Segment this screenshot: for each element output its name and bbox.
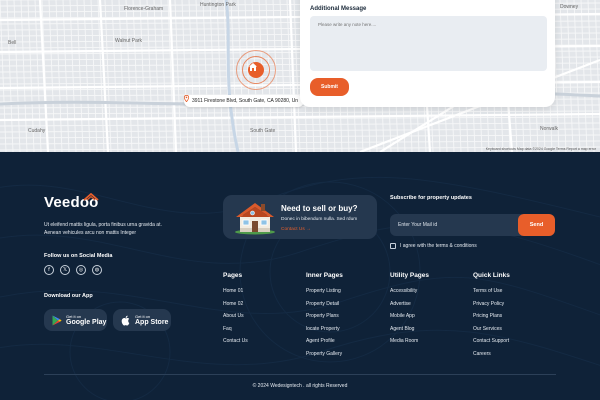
map-label: Downey	[560, 4, 579, 10]
footer-link[interactable]: Accessibility	[390, 288, 418, 301]
map-label: Bell	[8, 40, 17, 46]
app-store-button[interactable]: Get it on App Store	[113, 309, 171, 331]
footer-link[interactable]: Faq	[223, 326, 248, 339]
terms-label: I agree with the terms & conditions	[400, 243, 477, 249]
apple-icon	[121, 315, 130, 325]
column-title-utility-pages: Utility Pages	[390, 272, 430, 279]
contact-form-card: Additional Message Submit	[300, 0, 555, 107]
footer: Veedoo Ut eleifend mattis ligula, porta …	[0, 152, 600, 400]
column-title-quick-links: Quick Links	[473, 272, 510, 279]
address-text: 3911 Firestone Blvd, South Gate, CA 9028…	[192, 98, 299, 104]
google-play-label: Google Play	[66, 318, 107, 326]
footer-link[interactable]: Careers	[473, 351, 509, 364]
footer-link[interactable]: Agent Profile	[306, 338, 342, 351]
facebook-icon[interactable]: f	[44, 265, 54, 275]
footer-link[interactable]: Mobile App	[390, 313, 418, 326]
utility-pages-links: Accessibility Advertise Mobile App Agent…	[390, 288, 418, 351]
home-icon	[248, 62, 264, 78]
pages-links: Home 01 Home 02 About Us Faq Contact Us	[223, 288, 248, 351]
sell-title: Need to sell or buy?	[281, 204, 358, 213]
house-illustration	[235, 203, 275, 235]
email-input[interactable]	[390, 214, 522, 236]
submit-button[interactable]: Submit	[310, 78, 349, 96]
terms-agreement: I agree with the terms & conditions	[390, 243, 477, 249]
footer-background-pattern	[0, 176, 600, 400]
map-label: Huntington Park	[200, 2, 236, 8]
map-label: Walnut Park	[115, 38, 143, 44]
footer-link[interactable]: Property Listing	[306, 288, 342, 301]
sell-description: Donec in bibendum nulla. Sed rdum	[281, 217, 358, 222]
footer-link[interactable]: Contact Support	[473, 338, 509, 351]
footer-link[interactable]: About Us	[223, 313, 248, 326]
map-label: Florence-Graham	[124, 6, 164, 12]
map[interactable]: Florence-Graham Huntington Park Bell Cud…	[0, 0, 600, 152]
dribbble-icon[interactable]: ◍	[92, 265, 102, 275]
column-title-pages: Pages	[223, 272, 243, 279]
footer-divider	[44, 374, 556, 375]
inner-pages-links: Property Listing Property Detail Propert…	[306, 288, 342, 364]
map-label: South Gate	[250, 128, 276, 134]
footer-link[interactable]: Media Room	[390, 338, 418, 351]
map-label: Cudahy	[28, 128, 46, 134]
google-play-icon	[52, 315, 62, 325]
footer-link[interactable]: Home 02	[223, 301, 248, 314]
footer-description: Ut eleifend mattis ligula, porta finibus…	[44, 222, 162, 236]
sell-buy-card: Need to sell or buy? Donec in bibendum n…	[223, 195, 377, 239]
footer-link[interactable]: Our Services	[473, 326, 509, 339]
footer-link[interactable]: Property Detail	[306, 301, 342, 314]
x-icon[interactable]: 𝕏	[60, 265, 70, 275]
app-store-label: App Store	[135, 318, 169, 326]
send-button[interactable]: Send	[518, 214, 555, 236]
footer-link[interactable]: Home 01	[223, 288, 248, 301]
additional-message-input[interactable]	[310, 16, 547, 71]
map-label: Norwalk	[540, 126, 559, 132]
social-links: f 𝕏 ◎ ◍	[44, 265, 102, 275]
footer-link[interactable]: Advertise	[390, 301, 418, 314]
download-title: Download our App	[44, 293, 93, 299]
instagram-icon[interactable]: ◎	[76, 265, 86, 275]
column-title-inner-pages: Inner Pages	[306, 272, 343, 279]
additional-message-label: Additional Message	[310, 6, 367, 12]
footer-link[interactable]: Property Plans	[306, 313, 342, 326]
quick-links: Terms of Use Privacy Policy Pricing Plan…	[473, 288, 509, 364]
footer-link[interactable]: Terms of Use	[473, 288, 509, 301]
terms-checkbox[interactable]	[390, 243, 396, 249]
footer-link[interactable]: Privacy Policy	[473, 301, 509, 314]
copyright: © 2024 Wedesigntech . all rights Reserve…	[252, 383, 348, 389]
footer-link[interactable]: Agent Blog	[390, 326, 418, 339]
footer-link[interactable]: Property Gallery	[306, 351, 342, 364]
location-pin[interactable]	[236, 50, 276, 90]
footer-link[interactable]: locate Property	[306, 326, 342, 339]
footer-link[interactable]: Contact Us	[223, 338, 248, 351]
google-play-button[interactable]: Get it on Google Play	[44, 309, 107, 331]
subscribe-title: Subscribe for property updates	[390, 195, 472, 201]
map-attribution[interactable]: Keyboard shortcuts Map data ©2024 Google…	[486, 147, 596, 151]
contact-us-link[interactable]: Contact Us →	[281, 227, 311, 232]
footer-link[interactable]: Pricing Plans	[473, 313, 509, 326]
social-title: Follow us on Social Media	[44, 253, 113, 259]
address-chip[interactable]: 3911 Firestone Blvd, South Gate, CA 9028…	[184, 95, 305, 107]
logo-roof-icon	[83, 193, 99, 201]
